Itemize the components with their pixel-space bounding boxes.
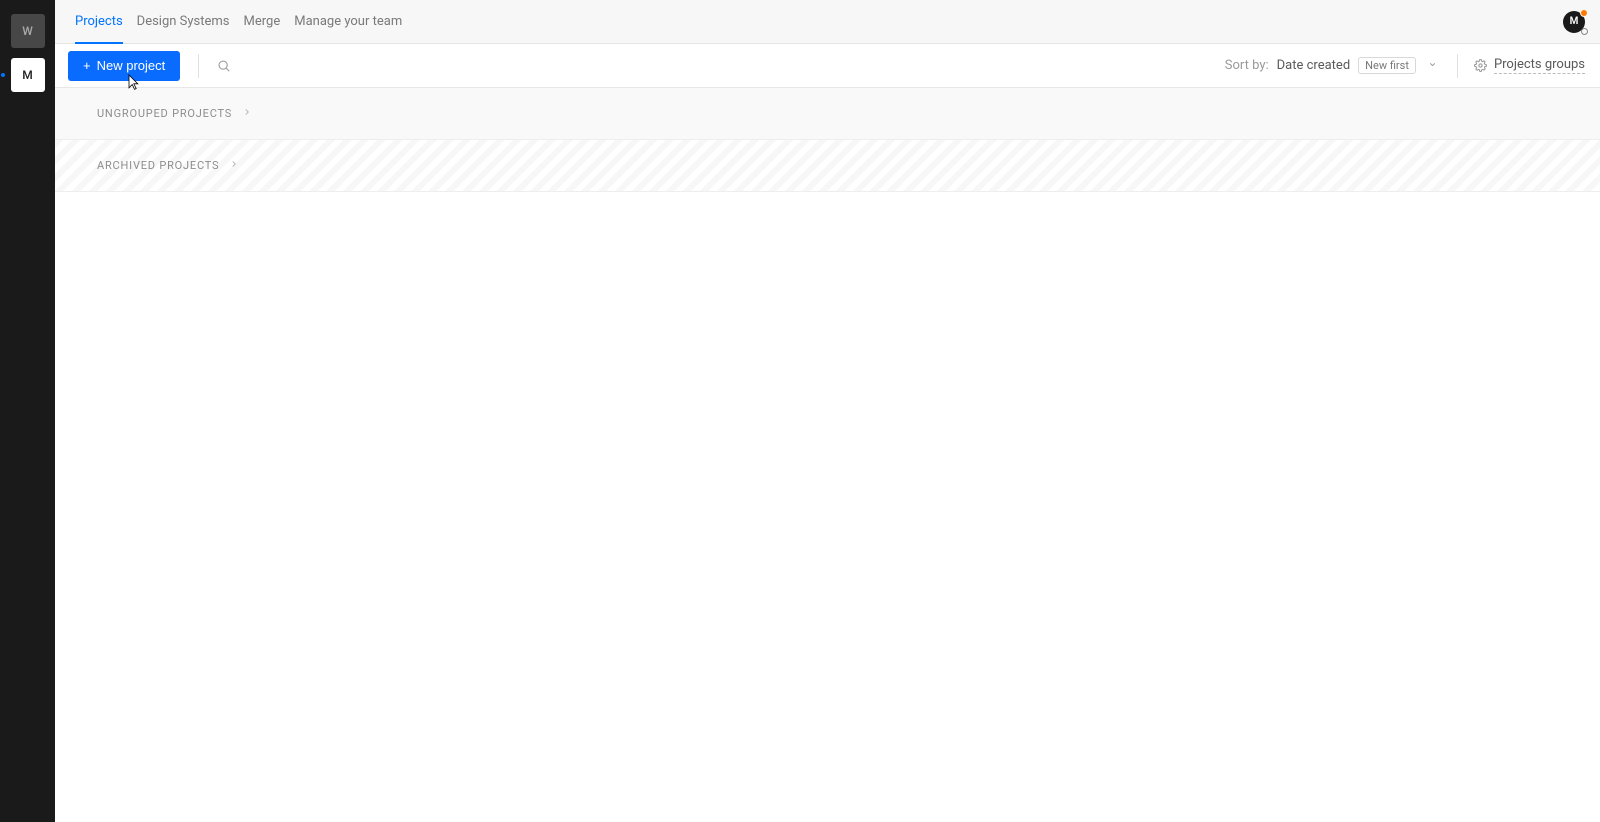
archived-projects-section[interactable]: ARCHIVED PROJECTS bbox=[55, 140, 1600, 192]
section-label: UNGROUPED PROJECTS bbox=[97, 107, 232, 120]
section-label: ARCHIVED PROJECTS bbox=[97, 159, 219, 172]
workspace-label: M bbox=[22, 68, 33, 82]
sort-order-badge: New first bbox=[1358, 57, 1416, 74]
tab-projects[interactable]: Projects bbox=[68, 0, 130, 44]
tab-manage-team[interactable]: Manage your team bbox=[287, 0, 409, 44]
workspace-sidebar: W M bbox=[0, 0, 55, 822]
tab-design-systems[interactable]: Design Systems bbox=[130, 0, 237, 44]
avatar-initial: M bbox=[1570, 16, 1579, 27]
notification-badge-icon bbox=[1580, 9, 1588, 17]
new-project-button[interactable]: + New project bbox=[68, 51, 180, 81]
projects-groups-label: Projects groups bbox=[1494, 57, 1585, 74]
workspace-item-m[interactable]: M bbox=[11, 58, 45, 92]
workspace-label: W bbox=[22, 24, 33, 38]
sort-by-label: Sort by: bbox=[1225, 58, 1269, 73]
toolbar: + New project Sort by: Date created New … bbox=[55, 44, 1600, 88]
active-workspace-indicator bbox=[1, 73, 5, 77]
tab-label: Merge bbox=[244, 14, 281, 29]
status-indicator-icon bbox=[1581, 28, 1588, 35]
workspace-item-w[interactable]: W bbox=[11, 14, 45, 48]
sort-control[interactable]: Sort by: Date created New first bbox=[1225, 57, 1441, 74]
search-icon[interactable] bbox=[217, 59, 231, 73]
main-area: Projects Design Systems Merge Manage you… bbox=[55, 0, 1600, 822]
new-project-label: New project bbox=[97, 58, 166, 73]
tab-merge[interactable]: Merge bbox=[237, 0, 288, 44]
divider bbox=[198, 54, 199, 78]
tab-label: Projects bbox=[75, 14, 123, 29]
plus-icon: + bbox=[83, 59, 91, 72]
sort-type: Date created bbox=[1277, 58, 1351, 73]
chevron-down-icon[interactable] bbox=[1424, 60, 1441, 72]
ungrouped-projects-section[interactable]: UNGROUPED PROJECTS bbox=[55, 88, 1600, 140]
content-area: UNGROUPED PROJECTS ARCHIVED PROJECTS bbox=[55, 88, 1600, 822]
divider bbox=[1457, 54, 1458, 78]
user-avatar[interactable]: M bbox=[1563, 11, 1585, 33]
chevron-right-icon bbox=[242, 107, 252, 120]
top-nav: Projects Design Systems Merge Manage you… bbox=[55, 0, 1600, 44]
tab-label: Manage your team bbox=[294, 14, 402, 29]
projects-groups-button[interactable]: Projects groups bbox=[1474, 57, 1585, 74]
gear-icon bbox=[1474, 59, 1487, 72]
chevron-right-icon bbox=[229, 159, 239, 172]
tab-label: Design Systems bbox=[137, 14, 230, 29]
